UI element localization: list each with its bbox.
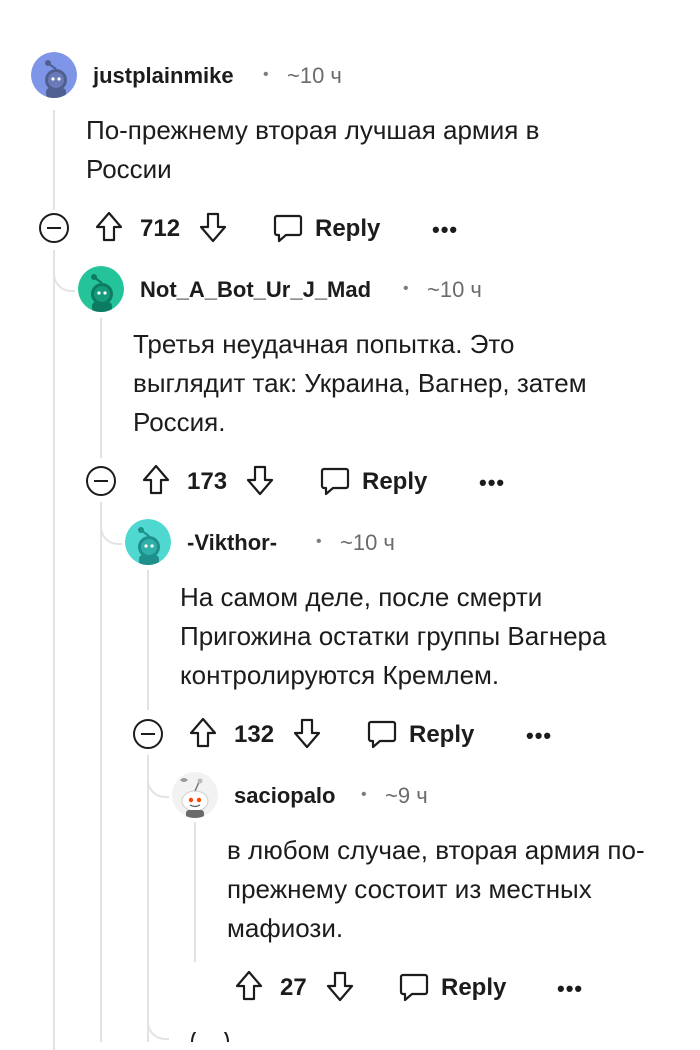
downvote-icon[interactable] (292, 716, 322, 750)
separator-dot: • (403, 280, 409, 297)
collapse-icon[interactable] (38, 212, 70, 244)
more-options-icon[interactable]: ••• (479, 470, 505, 496)
thread-line-3b[interactable] (147, 755, 149, 1042)
username[interactable]: justplainmike (93, 63, 234, 89)
separator-dot: • (361, 786, 367, 803)
thread-line-3[interactable] (147, 570, 149, 710)
collapse-icon[interactable] (85, 465, 117, 497)
username[interactable]: -Vikthor- (187, 530, 277, 556)
downvote-icon[interactable] (325, 969, 355, 1003)
timestamp: ~10 ч (287, 63, 342, 88)
speech-bubble-icon (272, 212, 304, 244)
vote-count: 712 (140, 215, 181, 242)
vote-count: 27 (280, 974, 307, 1001)
more-options-icon[interactable]: ••• (526, 723, 552, 749)
reply-label: Reply (409, 721, 475, 748)
upvote-icon[interactable] (94, 210, 124, 244)
downvote-icon[interactable] (245, 463, 275, 497)
upvote-icon[interactable] (234, 969, 264, 1003)
reply-label: Reply (315, 215, 381, 242)
speech-bubble-icon (366, 718, 398, 750)
avatar[interactable] (31, 52, 77, 98)
avatar[interactable] (78, 266, 124, 312)
thread-connector-5 (147, 1000, 169, 1040)
thread-connector-4 (147, 758, 169, 798)
comment-body: По-прежнему вторая лучшая армия в России (86, 115, 540, 184)
username[interactable]: saciopalo (234, 783, 335, 809)
timestamp: ~10 ч (427, 277, 482, 302)
speech-bubble-icon (319, 465, 351, 497)
more-options-icon[interactable]: ••• (557, 976, 583, 1002)
timestamp: ~10 ч (340, 530, 395, 555)
comment-body: На самом деле, после смерти Пригожина ос… (180, 582, 607, 690)
avatar-partial-icon (190, 1032, 230, 1042)
thread-line-2[interactable] (100, 318, 102, 458)
reply-label: Reply (362, 468, 428, 495)
comment-body: в любом случае, вторая армия по-прежнему… (227, 835, 645, 943)
timestamp: ~9 ч (385, 783, 428, 808)
more-options-icon[interactable]: ••• (432, 217, 458, 243)
separator-dot: • (263, 66, 269, 83)
username[interactable]: Not_A_Bot_Ur_J_Mad (140, 277, 371, 303)
upvote-icon[interactable] (141, 463, 171, 497)
thread-line-2b[interactable] (100, 502, 102, 1042)
vote-count: 173 (187, 468, 228, 495)
speech-bubble-icon (398, 971, 430, 1003)
upvote-icon[interactable] (188, 716, 218, 750)
thread-connector-3 (100, 505, 122, 545)
avatar[interactable] (172, 772, 218, 818)
thread-line-4[interactable] (194, 822, 196, 962)
reply-label: Reply (441, 974, 507, 1001)
avatar[interactable] (125, 519, 171, 565)
comment-body: Третья неудачная попытка. Это выглядит т… (133, 329, 587, 437)
thread-connector-2 (53, 252, 75, 292)
vote-count: 132 (234, 721, 275, 748)
thread-line-1[interactable] (53, 110, 55, 210)
thread-line-1b[interactable] (53, 250, 55, 1050)
downvote-icon[interactable] (198, 210, 228, 244)
collapse-icon[interactable] (132, 718, 164, 750)
separator-dot: • (316, 533, 322, 550)
